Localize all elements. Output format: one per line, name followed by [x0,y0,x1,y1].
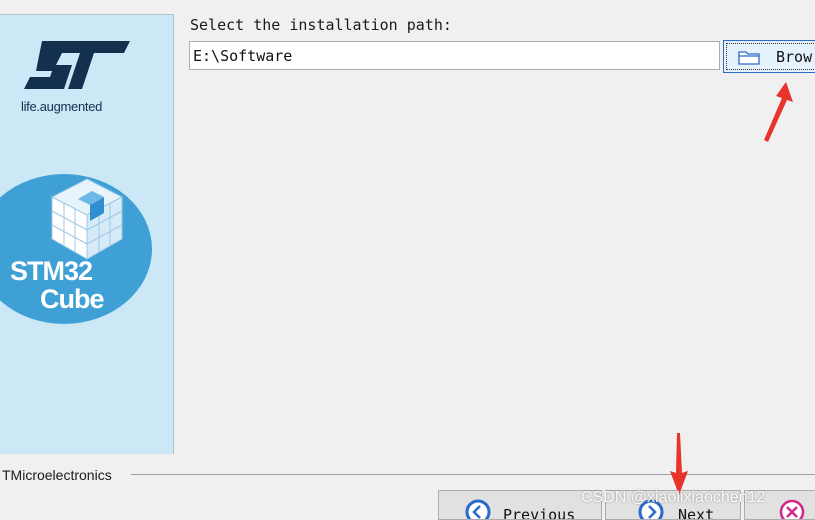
product-line1: STM32 [10,256,93,286]
cube-icon [50,178,124,260]
vendor-label: TMicroelectronics [2,467,112,483]
install-path-label: Select the installation path: [190,16,452,34]
red-arrow-annotation [764,82,793,142]
next-label: Next [678,506,715,520]
previous-button[interactable]: Previous [438,490,602,520]
stm32cube-text: STM32 Cube [10,257,104,313]
installer-sidebar: life.augmented STM32 Cube [0,14,174,454]
red-arrow-annotation [670,433,688,495]
browse-button[interactable]: Brow [723,40,815,73]
install-path-input[interactable]: E:\Software [189,41,720,70]
vendor-divider [131,474,815,475]
st-logo [24,41,130,89]
browse-label: Brow [776,48,813,66]
st-tagline: life.augmented [21,99,103,114]
previous-label: Previous [503,506,576,520]
watermark: CSDN @xiaolixiaochen12 [581,489,766,506]
folder-icon [738,51,760,65]
product-line2: Cube [40,284,104,314]
